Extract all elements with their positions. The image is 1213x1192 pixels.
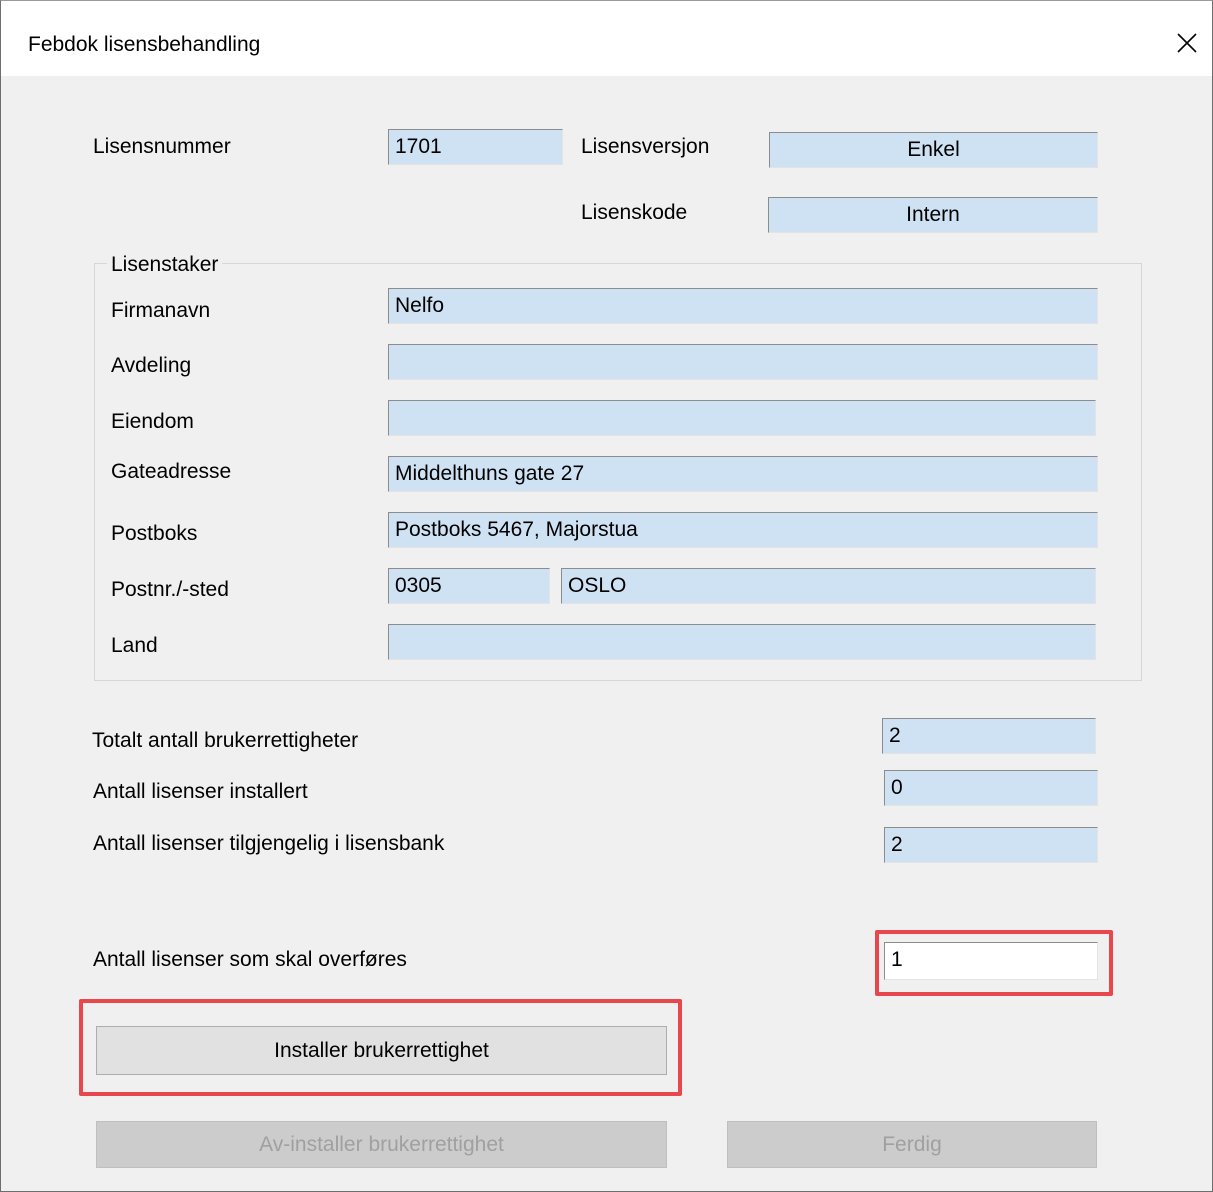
license-code-label: Lisenskode <box>581 201 688 224</box>
postal-code-field[interactable]: 0305 <box>388 568 550 604</box>
install-rights-button[interactable]: Installer brukerrettighet <box>96 1026 667 1075</box>
close-icon[interactable] <box>1167 23 1207 63</box>
street-address-label: Gateadresse <box>111 460 232 483</box>
country-label: Land <box>111 634 158 657</box>
license-version-field[interactable]: Enkel <box>769 132 1098 168</box>
property-label: Eiendom <box>111 410 194 433</box>
department-field[interactable] <box>388 344 1098 380</box>
pobox-label: Postboks <box>111 522 198 545</box>
company-field[interactable]: Nelfo <box>388 288 1098 324</box>
license-dialog: Febdok lisensbehandling Lisensnummer 170… <box>0 0 1213 1192</box>
license-number-label: Lisensnummer <box>93 135 231 158</box>
license-number-field[interactable]: 1701 <box>388 129 563 165</box>
total-rights-label: Totalt antall brukerrettigheter <box>92 729 359 752</box>
postal-place-field[interactable]: OSLO <box>561 568 1096 604</box>
property-field[interactable] <box>388 400 1096 436</box>
installed-licenses-label: Antall lisenser installert <box>93 780 308 803</box>
pobox-field[interactable]: Postboks 5467, Majorstua <box>388 512 1098 548</box>
available-licenses-field[interactable]: 2 <box>884 827 1098 863</box>
done-button[interactable]: Ferdig <box>727 1121 1097 1168</box>
installed-licenses-field[interactable]: 0 <box>884 770 1098 806</box>
title-bar: Febdok lisensbehandling <box>1 1 1212 76</box>
window-title: Febdok lisensbehandling <box>28 33 261 56</box>
uninstall-rights-button[interactable]: Av-installer brukerrettighet <box>96 1121 667 1168</box>
transfer-licenses-input[interactable]: 1 <box>884 942 1098 980</box>
company-label: Firmanavn <box>111 299 211 322</box>
license-version-label: Lisensversjon <box>581 135 710 158</box>
country-field[interactable] <box>388 624 1096 660</box>
street-address-field[interactable]: Middelthuns gate 27 <box>388 456 1098 492</box>
total-rights-field[interactable]: 2 <box>882 718 1096 754</box>
license-code-field[interactable]: Intern <box>768 197 1098 233</box>
department-label: Avdeling <box>111 354 192 377</box>
transfer-licenses-label: Antall lisenser som skal overføres <box>93 948 407 971</box>
postal-label: Postnr./-sted <box>111 578 229 601</box>
available-licenses-label: Antall lisenser tilgjengelig i lisensban… <box>93 832 445 855</box>
licensee-group-title: Lisenstaker <box>107 253 223 277</box>
